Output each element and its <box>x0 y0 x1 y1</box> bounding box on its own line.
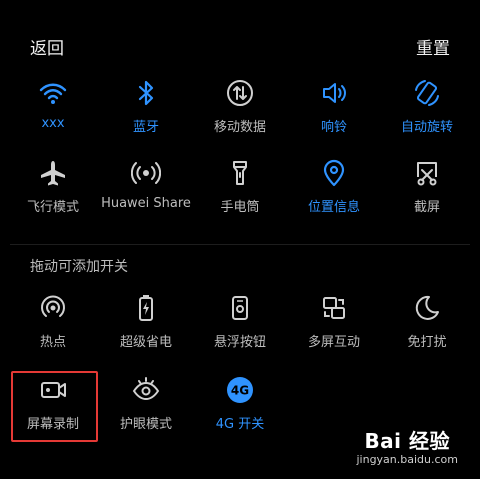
section-title: 拖动可添加开关 <box>30 259 128 275</box>
tile-label: 热点 <box>39 335 66 350</box>
svg-text:4G: 4G <box>231 384 249 398</box>
tile-label: 多屏互动 <box>307 335 360 350</box>
tile-label: 手电筒 <box>220 200 260 215</box>
tile-do-not-disturb[interactable]: 免打扰 <box>379 293 475 363</box>
tile-label: 悬浮按钮 <box>213 335 266 350</box>
tile-hotspot[interactable]: 热点 <box>5 293 101 363</box>
tile-label: 超级省电 <box>119 335 172 350</box>
tile-label: 蓝牙 <box>132 120 159 135</box>
tile-power-saving[interactable]: 超级省电 <box>98 293 194 363</box>
tile-location[interactable]: 位置信息 <box>286 158 382 228</box>
tile-label: xxx <box>41 116 65 131</box>
watermark-url: jingyan.baidu.com <box>356 453 458 466</box>
tile-label: 响铃 <box>320 120 347 135</box>
tile-auto-rotate[interactable]: 自动旋转 <box>379 78 475 148</box>
watermark: Bai 经验 jingyan.baidu.com <box>328 425 468 473</box>
tile-label: Huawei Share <box>101 196 191 211</box>
tile-label: 4G 开关 <box>215 417 265 432</box>
tile-airplane[interactable]: 飞行模式 <box>5 158 101 228</box>
top-bar: 返回 重置 <box>0 0 480 90</box>
multi-screen-icon <box>319 293 349 323</box>
location-icon <box>319 158 349 188</box>
tile-label: 移动数据 <box>213 120 266 135</box>
power-saving-icon <box>131 293 161 323</box>
section-divider <box>10 244 470 245</box>
back-button[interactable]: 返回 <box>30 34 64 59</box>
tile-eye-comfort[interactable]: 护眼模式 <box>98 375 194 445</box>
eye-comfort-icon <box>131 375 161 405</box>
tile-label: 免打扰 <box>407 335 447 350</box>
floating-button-icon <box>225 293 255 323</box>
tile-mobile-data[interactable]: 移动数据 <box>192 78 288 148</box>
watermark-brand: Bai 经验 <box>364 429 450 453</box>
tile-label: 自动旋转 <box>400 120 453 135</box>
flashlight-icon <box>225 158 255 188</box>
tile-screenshot[interactable]: 截屏 <box>379 158 475 228</box>
do-not-disturb-icon <box>412 293 442 323</box>
mobile-data-icon <box>225 78 255 108</box>
tile-label: 位置信息 <box>307 200 360 215</box>
tile-ring[interactable]: 响铃 <box>286 78 382 148</box>
tile-label: 护眼模式 <box>119 417 172 432</box>
ring-icon <box>319 78 349 108</box>
bluetooth-icon <box>131 78 161 108</box>
tile-label: 截屏 <box>413 200 440 215</box>
airplane-icon <box>38 158 68 188</box>
hotspot-icon <box>38 293 68 323</box>
tile-huawei-share[interactable]: Huawei Share <box>98 158 194 228</box>
screenshot-icon <box>412 158 442 188</box>
huawei-share-icon <box>130 158 162 188</box>
tile-flashlight[interactable]: 手电筒 <box>192 158 288 228</box>
tile-label: 飞行模式 <box>26 200 79 215</box>
tile-wifi[interactable]: xxx <box>5 78 101 148</box>
wifi-icon <box>38 78 68 108</box>
tile-floating-button[interactable]: 悬浮按钮 <box>192 293 288 363</box>
auto-rotate-icon <box>412 78 442 108</box>
tile-4g[interactable]: 4G 4G 开关 <box>192 375 288 445</box>
tile-multi-screen[interactable]: 多屏互动 <box>286 293 382 363</box>
highlight-box <box>11 371 98 442</box>
tile-bluetooth[interactable]: 蓝牙 <box>98 78 194 148</box>
4g-icon: 4G <box>225 375 255 405</box>
reset-button[interactable]: 重置 <box>416 34 450 59</box>
